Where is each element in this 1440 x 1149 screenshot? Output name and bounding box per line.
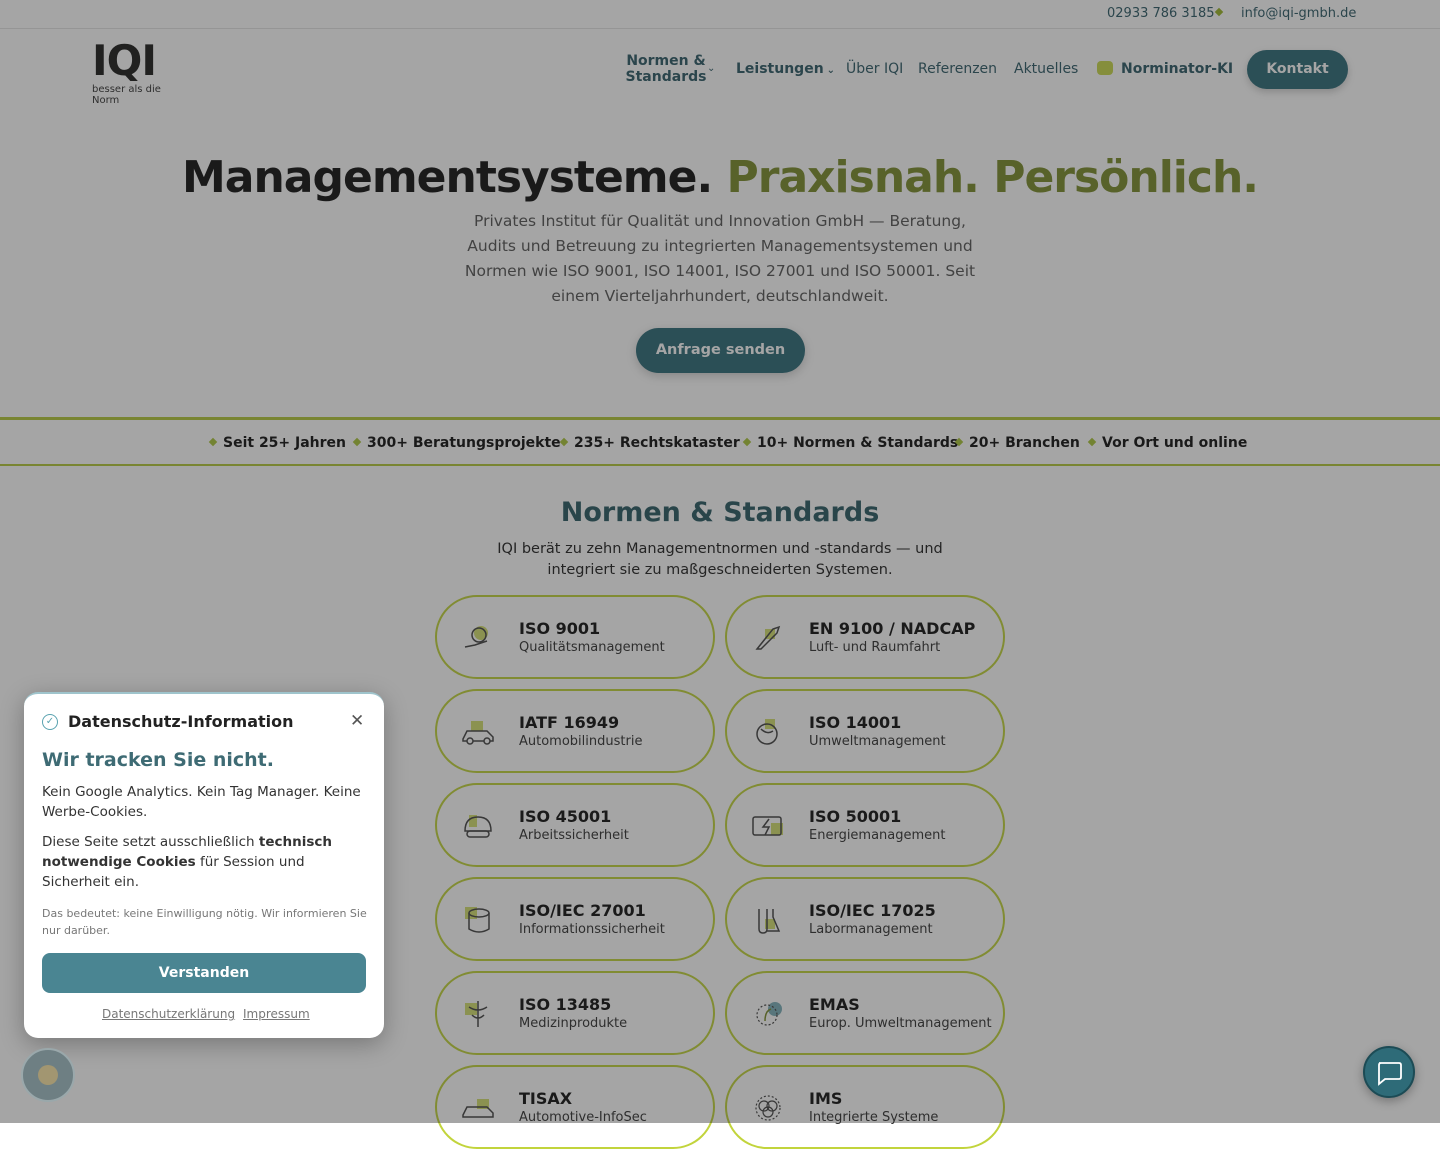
dialog-text: Kein Google Analytics. Kein Tag Manager.… xyxy=(42,784,361,820)
dialog-text: Diese Seite setzt ausschließlich technis… xyxy=(42,834,332,890)
dialog-note: Das bedeutet: keine Einwilligung nötig. … xyxy=(42,907,367,937)
dialog-headline: Wir tracken Sie nicht. xyxy=(42,749,274,771)
chat-bubble-icon xyxy=(1378,1062,1402,1086)
verstanden-button[interactable]: Verstanden xyxy=(42,953,366,993)
privacy-policy-link[interactable]: Datenschutzerklärung xyxy=(102,1007,235,1021)
close-icon[interactable]: ✕ xyxy=(350,711,364,731)
cookie-settings-button[interactable] xyxy=(21,1048,75,1102)
cookie-icon xyxy=(38,1065,58,1085)
dialog-title: Datenschutz-Information xyxy=(68,712,294,731)
privacy-dialog: ✓ Datenschutz-Information ✕ Wir tracken … xyxy=(24,692,384,1038)
chat-button[interactable] xyxy=(1363,1046,1415,1098)
check-circle-icon: ✓ xyxy=(42,714,58,730)
imprint-link[interactable]: Impressum xyxy=(243,1007,310,1021)
